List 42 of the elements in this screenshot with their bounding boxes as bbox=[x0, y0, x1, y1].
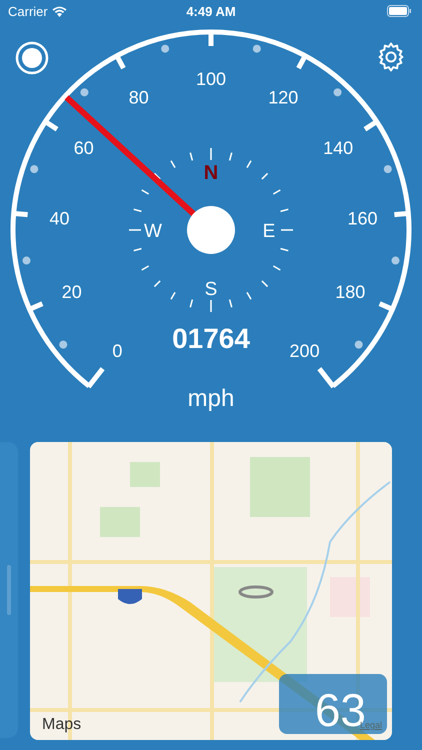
tick-mark bbox=[296, 54, 308, 70]
speed-label: 0 bbox=[112, 340, 122, 361]
tick-mark bbox=[364, 118, 379, 132]
tick-dot bbox=[30, 165, 38, 174]
tick-dot bbox=[80, 88, 88, 96]
speed-label: 100 bbox=[196, 69, 226, 89]
compass-label: E bbox=[262, 221, 276, 242]
compass-label: N bbox=[204, 162, 218, 184]
tick-dot bbox=[252, 44, 261, 53]
odometer: 01764 bbox=[172, 323, 250, 354]
tick-dot bbox=[392, 256, 400, 265]
speed-label: 160 bbox=[347, 208, 378, 228]
record-button[interactable] bbox=[14, 40, 50, 76]
tick-dot bbox=[334, 88, 342, 96]
tick-dot bbox=[354, 340, 363, 349]
speed-label: 200 bbox=[290, 340, 320, 361]
tick-dot bbox=[161, 44, 170, 53]
speed-label: 140 bbox=[323, 138, 354, 158]
speed-label: 80 bbox=[128, 87, 149, 108]
tick-mark bbox=[86, 367, 105, 388]
speed-label: 60 bbox=[74, 138, 94, 158]
wifi-icon bbox=[52, 6, 67, 16]
status-time: 4:49 AM bbox=[186, 4, 236, 18]
tick-dot bbox=[384, 165, 392, 174]
speed-label: 20 bbox=[62, 282, 82, 302]
tick-dot bbox=[59, 340, 68, 349]
map-attribution: Maps bbox=[42, 716, 82, 734]
battery-icon bbox=[387, 5, 412, 17]
compass-label: W bbox=[144, 221, 162, 242]
carrier-label: Carrier bbox=[8, 4, 48, 18]
speed-label: 120 bbox=[268, 87, 298, 108]
needle-hub bbox=[187, 206, 235, 254]
unit-label: mph bbox=[188, 385, 234, 412]
compass-label: S bbox=[204, 279, 218, 300]
tick-mark bbox=[114, 54, 126, 70]
speed-label: 180 bbox=[335, 282, 366, 302]
tick-mark bbox=[317, 367, 336, 388]
tick-mark bbox=[378, 301, 394, 312]
tick-mark bbox=[43, 118, 58, 132]
speed-label: 40 bbox=[50, 208, 70, 228]
tick-dot bbox=[22, 256, 30, 265]
tick-mark bbox=[28, 301, 44, 312]
